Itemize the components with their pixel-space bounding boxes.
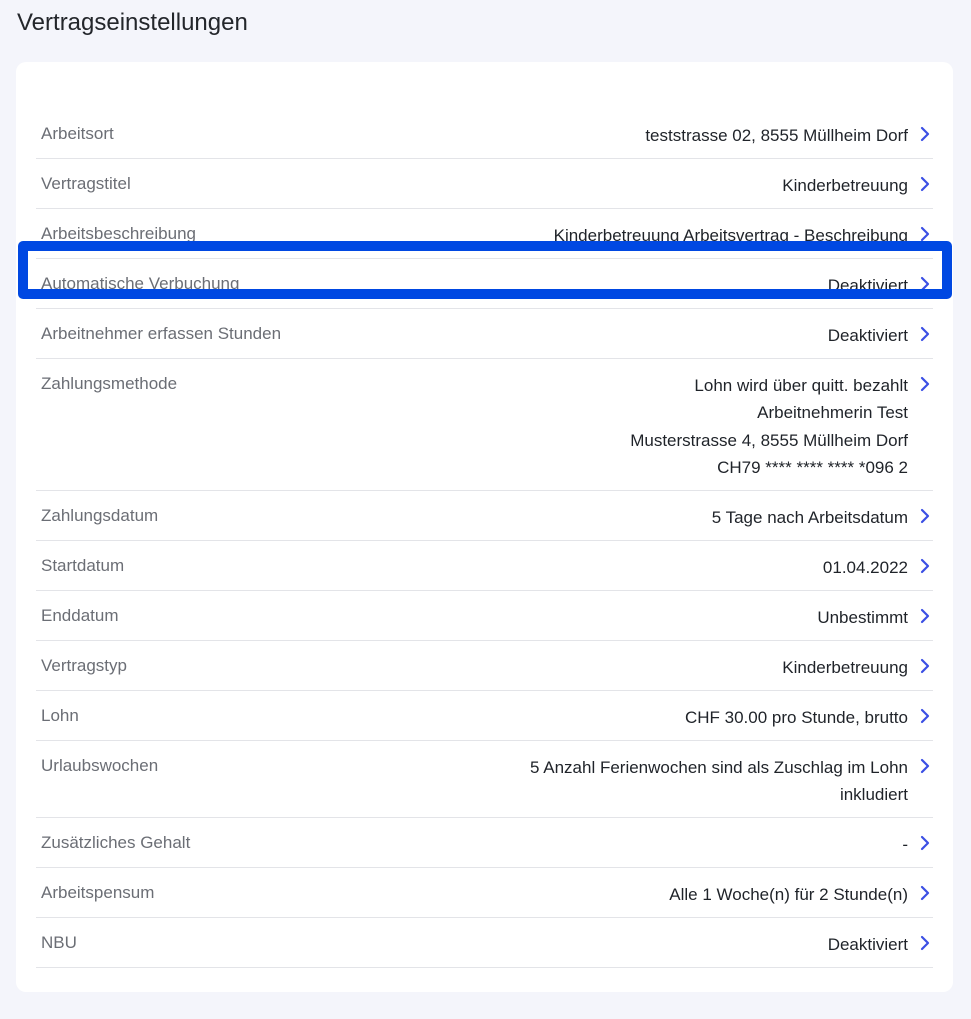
settings-row-zahlungsdatum[interactable]: Zahlungsdatum 5 Tage nach Arbeitsdatum [36,491,933,541]
row-value: Deaktiviert [828,272,908,299]
chevron-right-icon[interactable] [918,835,932,851]
chevron-right-icon[interactable] [918,558,932,574]
row-value-line: Kinderbetreuung [782,176,908,195]
row-value-line: Musterstrasse 4, 8555 Müllheim Dorf [630,430,908,450]
row-label: Startdatum [41,555,125,575]
row-value-line: Arbeitnehmerin Test [757,403,908,423]
settings-row-zusaetzliches-gehalt[interactable]: Zusätzliches Gehalt - [36,818,933,869]
chevron-right-icon[interactable] [918,326,932,342]
row-value: CHF 30.00 pro Stunde, brutto [685,704,908,731]
chevron-right-icon[interactable] [918,935,932,951]
row-value: Deaktiviert [828,931,908,958]
row-value: Alle 1 Woche(n) für 2 Stunde(n) [669,881,908,908]
settings-list: Arbeitsort teststrasse 02, 8555 Müllheim … [36,109,933,969]
row-value-line: Kinderbetreuung Arbeitsvertrag - Beschre… [553,226,908,245]
row-label: Arbeitspensum [41,883,155,903]
row-value: - [902,831,908,858]
row-label: Zusätzliches Gehalt [41,833,191,853]
row-value-line: CHF 30.00 pro Stunde, brutto [684,707,908,727]
row-value: 01.04.2022 [823,554,908,581]
settings-row-vertragstitel[interactable]: Vertragstitel Kinderbetreuung [36,159,933,209]
row-label: Arbeitsbeschreibung [41,224,196,243]
chevron-right-icon[interactable] [918,885,932,901]
row-value-line: 01.04.2022 [822,557,908,577]
row-value-line: Deaktiviert [827,326,908,345]
row-value: Unbestimmt [817,604,908,631]
settings-row-arbeitspensum[interactable]: Arbeitspensum Alle 1 Woche(n) für 2 Stund… [36,868,933,919]
row-label: Lohn [41,705,79,725]
row-label: Vertragstyp [41,655,127,675]
row-value: Kinderbetreuung Arbeitsvertrag - Beschre… [554,222,908,249]
row-value-line: CH79 **** **** **** *096 2 [717,457,908,477]
settings-row-arbeitsbeschreibung[interactable]: Arbeitsbeschreibung Kinderbetreuung Arbei… [36,209,933,259]
settings-row-nbu[interactable]: NBU Deaktiviert [36,918,933,969]
chevron-right-icon[interactable] [918,508,932,524]
row-label: NBU [41,933,77,953]
row-value-line: Kinderbetreuung [782,657,908,677]
row-value: Kinderbetreuung [782,172,908,199]
settings-row-arbeitsort[interactable]: Arbeitsort teststrasse 02, 8555 Müllheim … [36,109,933,159]
row-label: Automatische Verbuchung [41,274,240,293]
contract-settings-card: Arbeitsort teststrasse 02, 8555 Müllheim … [16,62,953,992]
row-value-line: inkludiert [839,785,908,805]
chevron-right-icon[interactable] [918,658,932,674]
settings-row-urlaubswochen[interactable]: Urlaubswochen 5 Anzahl Ferienwochen sind … [36,741,933,819]
row-value: Deaktiviert [828,322,908,349]
settings-row-enddatum[interactable]: Enddatum Unbestimmt [36,591,933,641]
settings-row-automatische-verbuchung[interactable]: Automatische Verbuchung Deaktiviert [36,259,933,309]
row-value: 5 Tage nach Arbeitsdatum [712,504,908,531]
row-value-line: Lohn wird über quitt. bezahlt [694,376,908,395]
row-label: Urlaubswochen [41,755,159,775]
row-label: Arbeitnehmer erfassen Stunden [41,324,282,343]
row-value: teststrasse 02, 8555 Müllheim Dorf [645,122,908,149]
row-label: Enddatum [41,605,119,625]
settings-row-lohn[interactable]: Lohn CHF 30.00 pro Stunde, brutto [36,691,933,741]
row-value-line: teststrasse 02, 8555 Müllheim Dorf [645,126,908,145]
chevron-right-icon[interactable] [918,126,932,142]
chevron-right-icon[interactable] [918,608,932,624]
chevron-right-icon[interactable] [918,276,932,292]
row-value-line: Deaktiviert [827,935,908,955]
chevron-right-icon[interactable] [918,176,932,192]
row-value: Lohn wird über quitt. bezahlt Arbeitnehme… [630,372,908,481]
row-label: Vertragstitel [41,174,131,193]
row-value-line: Deaktiviert [827,276,908,295]
settings-row-zahlungsmethode[interactable]: Zahlungsmethode Lohn wird über quitt. bez… [36,359,933,491]
row-label: Zahlungsdatum [41,505,159,525]
row-value: 5 Anzahl Ferienwochen sind als Zuschlag … [530,754,908,809]
row-value-line: - [902,835,908,855]
row-value-line: 5 Anzahl Ferienwochen sind als Zuschlag … [530,757,908,777]
chevron-right-icon[interactable] [918,708,932,724]
row-label: Arbeitsort [41,124,114,143]
row-label: Zahlungsmethode [41,374,178,393]
row-value-line: Unbestimmt [817,607,908,627]
settings-row-vertragstyp[interactable]: Vertragstyp Kinderbetreuung [36,641,933,691]
chevron-right-icon[interactable] [918,226,932,242]
page-title: Vertragseinstellungen [17,9,248,36]
row-value: Kinderbetreuung [782,654,908,681]
row-value-line: 5 Tage nach Arbeitsdatum [711,507,908,527]
settings-row-startdatum[interactable]: Startdatum 01.04.2022 [36,541,933,591]
row-value-line: Alle 1 Woche(n) für 2 Stunde(n) [669,885,908,905]
settings-row-arbeitnehmer-erfassen-stunden[interactable]: Arbeitnehmer erfassen Stunden Deaktiviert [36,309,933,359]
chevron-right-icon[interactable] [918,376,932,392]
chevron-right-icon[interactable] [918,758,932,774]
